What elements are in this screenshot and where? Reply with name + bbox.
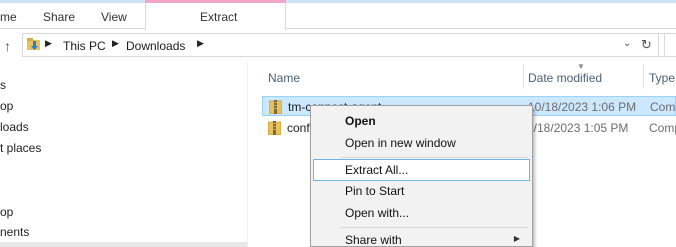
nav-item-desktop[interactable]: op: [0, 99, 13, 113]
horizontal-scrollbar[interactable]: [0, 242, 247, 247]
zip-folder-icon: [269, 100, 282, 114]
up-arrow-icon[interactable]: ↑: [4, 38, 11, 54]
menu-item-open-with[interactable]: Open with...: [313, 202, 530, 224]
nav-item-downloads[interactable]: loads: [0, 120, 29, 134]
context-menu: Open Open in new window Extract All... P…: [310, 105, 533, 247]
tab-extract[interactable]: Extract: [145, 3, 286, 30]
column-divider[interactable]: [523, 64, 524, 89]
menu-separator: [341, 227, 528, 228]
nav-item-recent-places[interactable]: t places: [0, 141, 41, 155]
tab-extract-label: Extract: [200, 10, 238, 24]
tab-view[interactable]: View: [101, 10, 127, 24]
breadcrumb-separator-icon: ▶: [45, 38, 52, 48]
menu-item-label: Extract All...: [345, 163, 409, 177]
column-header-name[interactable]: Name: [268, 71, 300, 85]
menu-item-label: Share with: [345, 233, 402, 247]
column-divider[interactable]: [643, 64, 644, 89]
breadcrumb-separator-icon[interactable]: ▶: [197, 38, 204, 49]
chevron-down-icon[interactable]: ⌄: [623, 38, 631, 49]
breadcrumb-this-pc[interactable]: This PC: [63, 39, 106, 53]
breadcrumb-downloads[interactable]: Downloads: [126, 39, 185, 53]
column-header-date-modified[interactable]: Date modified: [528, 71, 602, 85]
menu-item-pin-to-start[interactable]: Pin to Start: [313, 180, 530, 202]
file-date-modified: 0/18/2023 1:05 PM: [527, 121, 629, 135]
file-type: Comp: [650, 100, 676, 114]
navigation-pane: s op loads t places op nents: [0, 66, 247, 247]
nav-item-desktop-2[interactable]: op: [0, 205, 13, 219]
search-box[interactable]: [658, 33, 676, 57]
nav-item-documents[interactable]: nents: [0, 225, 29, 239]
menu-separator: [341, 157, 528, 158]
menu-item-label: Open: [345, 114, 376, 128]
zip-folder-icon: [268, 121, 281, 135]
menu-item-open-in-new-window[interactable]: Open in new window: [313, 132, 530, 154]
menu-item-label: Pin to Start: [345, 184, 405, 198]
menu-item-extract-all[interactable]: Extract All...: [313, 159, 530, 181]
sort-arrow-icon: ▼: [577, 62, 585, 71]
ribbon: me Share View Extract: [0, 3, 676, 30]
submenu-arrow-icon: ▶: [513, 234, 520, 243]
pane-divider[interactable]: [247, 62, 248, 247]
menu-item-share-with[interactable]: Share with ▶: [313, 229, 530, 247]
file-date-modified: 10/18/2023 1:06 PM: [528, 100, 637, 114]
refresh-icon[interactable]: ↻: [641, 37, 652, 53]
tab-home[interactable]: me: [0, 10, 17, 24]
column-header-type[interactable]: Type: [649, 71, 675, 85]
address-bar[interactable]: ▶ This PC ▶ Downloads ▶ ⌄ ↻: [22, 33, 665, 57]
downloads-folder-icon: [27, 38, 40, 50]
nav-item[interactable]: s: [0, 78, 6, 92]
breadcrumb-separator-icon[interactable]: ▶: [112, 38, 119, 49]
menu-item-label: Open with...: [345, 206, 410, 220]
menu-item-label: Open in new window: [345, 136, 456, 150]
tab-share[interactable]: Share: [43, 10, 75, 24]
file-type: Comp: [649, 121, 676, 135]
menu-item-open[interactable]: Open: [313, 110, 530, 132]
file-name[interactable]: conf: [287, 121, 310, 135]
